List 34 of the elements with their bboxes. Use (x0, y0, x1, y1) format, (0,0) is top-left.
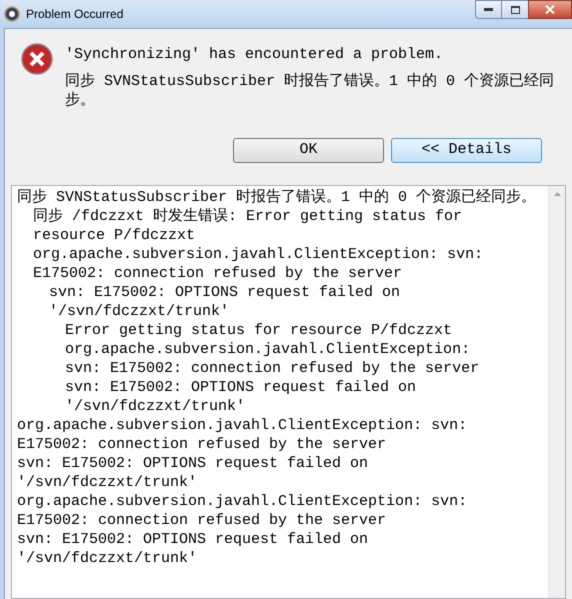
error-title: 'Synchronizing' has encountered a problem. (65, 45, 444, 64)
detail-line: svn: E175002: OPTIONS request failed on (49, 283, 402, 302)
detail-line: org.apache.subversion.javahl.ClientException: svn: (33, 245, 484, 264)
detail-line: 同步 SVNStatusSubscriber 时报告了错误。1 中的 0 个资源已经同步。 (17, 188, 538, 207)
detail-line: '/svn/fdczzxt/trunk' (17, 473, 198, 492)
scrollbar[interactable] (548, 186, 565, 598)
detail-line: 同步 /fdczzxt 时发生错误: Error getting status for (33, 207, 464, 226)
detail-line: E175002: connection refused by the server (17, 435, 388, 454)
detail-line: org.apache.subversion.javahl.ClientException: svn: (17, 416, 468, 435)
detail-line: svn: E175002: OPTIONS request failed on (65, 378, 418, 397)
minimize-button[interactable] (475, 0, 502, 19)
detail-line: org.apache.subversion.javahl.ClientException: svn: (17, 492, 468, 511)
detail-line: E175002: connection refused by the server (17, 511, 388, 530)
detail-line: resource P/fdczzxt (33, 226, 196, 245)
detail-line: '/svn/fdczzxt/trunk' (17, 549, 198, 568)
detail-line: svn: E175002: OPTIONS request failed on (17, 530, 370, 549)
error-icon (21, 43, 53, 75)
dialog-button[interactable]: << Details (391, 138, 542, 163)
close-icon (545, 5, 555, 14)
minimize-icon (484, 8, 493, 11)
detail-line: '/svn/fdczzxt/trunk' (49, 302, 230, 321)
detail-line: org.apache.subversion.javahl.ClientException: (65, 340, 472, 359)
error-message: 同步 SVNStatusSubscriber 时报告了错误。1 中的 0 个资源已经同步。 (65, 72, 556, 110)
maximize-icon (510, 6, 520, 14)
detail-line: svn: E175002: connection refused by the server (65, 359, 480, 378)
window-title: Problem Occurred (26, 6, 124, 23)
app-icon (4, 6, 20, 22)
detail-line: E175002: connection refused by the server (33, 264, 404, 283)
detail-line: '/svn/fdczzxt/trunk' (65, 397, 246, 416)
close-button[interactable] (528, 0, 572, 19)
detail-line: svn: E175002: OPTIONS request failed on (17, 454, 370, 473)
maximize-button[interactable] (502, 0, 528, 19)
dialog-button[interactable]: OK (233, 138, 384, 163)
detail-line: Error getting status for resource P/fdczzxt (65, 321, 454, 340)
